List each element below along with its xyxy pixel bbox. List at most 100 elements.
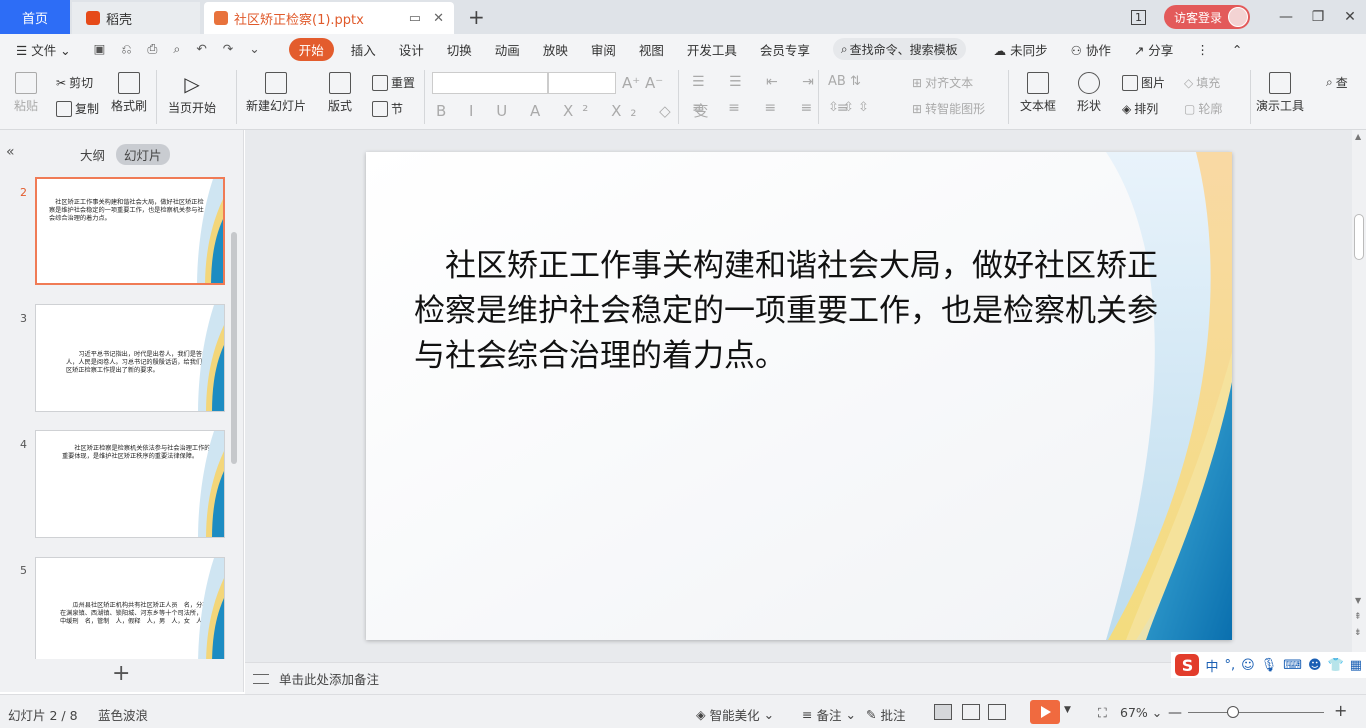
zoom-slider[interactable] — [1188, 712, 1324, 713]
fit-window-icon[interactable]: ⛶ — [1098, 705, 1107, 721]
visitor-login-button[interactable]: 访客登录 — [1163, 5, 1250, 29]
font-size-select[interactable] — [548, 72, 616, 94]
presentation-tools-button[interactable]: 演示工具 — [1256, 72, 1304, 114]
picture-button[interactable]: 图片 — [1122, 74, 1165, 91]
tab-window-icon[interactable]: ▭ — [409, 11, 421, 26]
slide-thumbnail-3[interactable]: 习近平总书记指出，时代是出卷人，我们是答卷人，人民是阅卷人。习总书记的殷殷话语，… — [35, 304, 225, 412]
prev-slide-icon[interactable]: ⇞ — [1354, 612, 1362, 622]
slide-sorter-icon[interactable] — [962, 704, 980, 720]
next-slide-icon[interactable]: ⇟ — [1354, 628, 1362, 638]
align-text-button[interactable]: ⊞ 对齐文本 — [912, 74, 973, 91]
slide-thumbnail-5[interactable]: 瓜州县社区矫正机构共有社区矫正人员 名，分布在渊泉镇、西湖镇、锁阳城、河东乡等十… — [35, 557, 225, 659]
slide-thumbnail-2[interactable]: 社区矫正工作事关构建和谐社会大局，做好社区矫正检察是维护社会稳定的一项重要工作，… — [35, 177, 225, 285]
tab-developer[interactable]: 开发工具 — [687, 40, 737, 59]
play-from-current-button[interactable]: ▷ 当页开始 — [168, 72, 216, 116]
section-button[interactable]: 节 — [372, 100, 403, 117]
keyboard-icon[interactable]: ⌨ — [1283, 658, 1302, 673]
tab-slideshow[interactable]: 放映 — [543, 40, 568, 59]
scroll-down-icon[interactable]: ▼ — [1355, 596, 1361, 605]
text-style-icons[interactable]: B I U A X² X₂ ◇ 变 — [436, 100, 717, 121]
sogou-ime-icon[interactable]: S — [1175, 654, 1200, 676]
collaborate-button[interactable]: ⚇ 协作 — [1071, 40, 1111, 59]
skin-icon[interactable]: 👕 — [1328, 658, 1344, 673]
canvas-scrollbar[interactable]: ▲ ▼ ⇞ ⇟ — [1352, 130, 1366, 662]
reading-view-icon[interactable] — [988, 704, 1006, 720]
scroll-up-icon[interactable]: ▲ — [1355, 132, 1361, 141]
document-tab[interactable]: 社区矫正检察(1).pptx ▭ ✕ — [204, 2, 454, 34]
list-indent-icons[interactable]: ☰ ☰ ⇤ ⇥ — [692, 74, 824, 90]
emoji-icon[interactable]: ☺ — [1241, 658, 1255, 673]
smart-beautify-button[interactable]: ◈ 智能美化 ⌄ — [696, 705, 774, 724]
tab-transition[interactable]: 切换 — [447, 40, 472, 59]
cut-button[interactable]: ✂ 剪切 — [56, 74, 93, 91]
find-button[interactable]: ⌕ 查 — [1326, 74, 1348, 91]
tab-view[interactable]: 视图 — [639, 40, 664, 59]
slide-body-text[interactable]: 社区矫正工作事关构建和谐社会大局，做好社区矫正检察是维护社会稳定的一项重要工作，… — [414, 244, 1174, 379]
tab-member[interactable]: 会员专享 — [760, 40, 810, 59]
share-button[interactable]: ↗ 分享 — [1134, 40, 1173, 59]
close-tab-icon[interactable]: ✕ — [433, 11, 444, 26]
more-icon[interactable]: ⋮ — [1196, 42, 1209, 57]
smartart-button[interactable]: ⊞ 转智能图形 — [912, 100, 985, 117]
file-menu[interactable]: ☰ 文件 ⌄ — [16, 40, 71, 59]
paste-button[interactable]: 粘贴 — [14, 72, 38, 114]
slideshow-play-button[interactable] — [1030, 700, 1060, 724]
outline-button[interactable]: ▢ 轮廓 — [1184, 100, 1222, 117]
copy-button[interactable]: 复制 — [56, 100, 99, 117]
close-window-icon[interactable]: ✕ — [1334, 9, 1366, 25]
arrange-button[interactable]: ◈ 排列 — [1122, 100, 1158, 117]
zoom-slider-knob[interactable] — [1227, 706, 1239, 718]
slide-thumbnail-4[interactable]: 社区矫正检察是检察机关依法参与社会治理工作的重要体现，是维护社区矫正秩序的重要法… — [35, 430, 225, 538]
add-slide-icon[interactable]: + — [112, 661, 130, 686]
microphone-icon[interactable]: 🎙 — [1261, 658, 1278, 673]
quick-access-icons[interactable]: ▣ ⎌ ⎙ ⌕ ↶ ↷ ⌄ — [94, 41, 266, 57]
grid-icon[interactable]: ▦ — [1350, 658, 1362, 673]
minimize-icon[interactable]: — — [1270, 9, 1302, 25]
slideshow-dropdown-icon[interactable]: ▼ — [1064, 705, 1071, 715]
command-search[interactable]: ⌕ 查找命令、搜索模板 — [832, 38, 966, 60]
sync-button[interactable]: ☁ 未同步 — [994, 40, 1048, 59]
tab-review[interactable]: 审阅 — [591, 40, 616, 59]
restore-icon[interactable]: ❐ — [1302, 9, 1334, 25]
font-grow-shrink-icon[interactable]: A⁺ A⁻ — [622, 74, 663, 92]
tab-design[interactable]: 设计 — [399, 40, 424, 59]
wps-tab[interactable]: 稻壳 — [72, 2, 200, 34]
theme-name[interactable]: 蓝色波浪 — [98, 705, 148, 724]
user-icon[interactable]: ☻ — [1308, 658, 1322, 673]
layout-button[interactable]: 版式 — [328, 72, 352, 114]
font-family-select[interactable] — [432, 72, 548, 94]
collapse-ribbon-icon[interactable]: ⌃ — [1232, 42, 1242, 57]
new-slide-button[interactable]: 新建幻灯片 — [246, 72, 306, 114]
line-spacing-icons[interactable]: ⇳ ⇳ ⇳ — [828, 100, 869, 115]
share-label: 分享 — [1148, 42, 1174, 58]
thumbnail-scrollbar[interactable] — [231, 232, 237, 464]
avatar — [1228, 7, 1248, 27]
collapse-pane-icon[interactable]: « — [6, 144, 15, 160]
tab-outline[interactable]: 大纲 — [72, 144, 113, 165]
normal-view-icon[interactable] — [934, 704, 952, 720]
text-direction-icons[interactable]: AB ⇅ — [828, 74, 861, 89]
ime-punctuation[interactable]: °, — [1224, 658, 1235, 673]
tab-insert[interactable]: 插入 — [351, 40, 376, 59]
page-badge-icon[interactable]: 1 — [1130, 9, 1146, 25]
new-slide-icon — [265, 72, 287, 94]
zoom-level[interactable]: 67% ⌄ — [1120, 705, 1162, 720]
textbox-button[interactable]: 文本框 — [1020, 72, 1056, 114]
format-painter-button[interactable]: 格式刷 — [111, 72, 147, 114]
current-slide[interactable]: 社区矫正工作事关构建和谐社会大局，做好社区矫正检察是维护社会稳定的一项重要工作，… — [366, 152, 1232, 640]
tab-animation[interactable]: 动画 — [495, 40, 520, 59]
shape-button[interactable]: 形状 — [1077, 72, 1101, 114]
comments-button[interactable]: ✎ 批注 — [866, 705, 906, 724]
tab-start[interactable]: 开始 — [288, 37, 334, 61]
reset-button[interactable]: 重置 — [372, 74, 415, 91]
zoom-out-icon[interactable]: — — [1168, 705, 1182, 721]
new-tab-icon[interactable]: + — [468, 5, 485, 29]
tab-slides[interactable]: 幻灯片 — [116, 144, 170, 165]
scroll-thumb[interactable] — [1354, 214, 1364, 260]
notes-toggle-button[interactable]: ≡ 备注 ⌄ — [802, 705, 856, 724]
home-tab[interactable]: 首页 — [0, 0, 70, 34]
ime-mode[interactable]: 中 — [1205, 656, 1218, 675]
fill-button[interactable]: ◇ 填充 — [1184, 74, 1220, 91]
zoom-in-icon[interactable]: + — [1334, 701, 1347, 720]
notes-icon — [253, 673, 269, 684]
